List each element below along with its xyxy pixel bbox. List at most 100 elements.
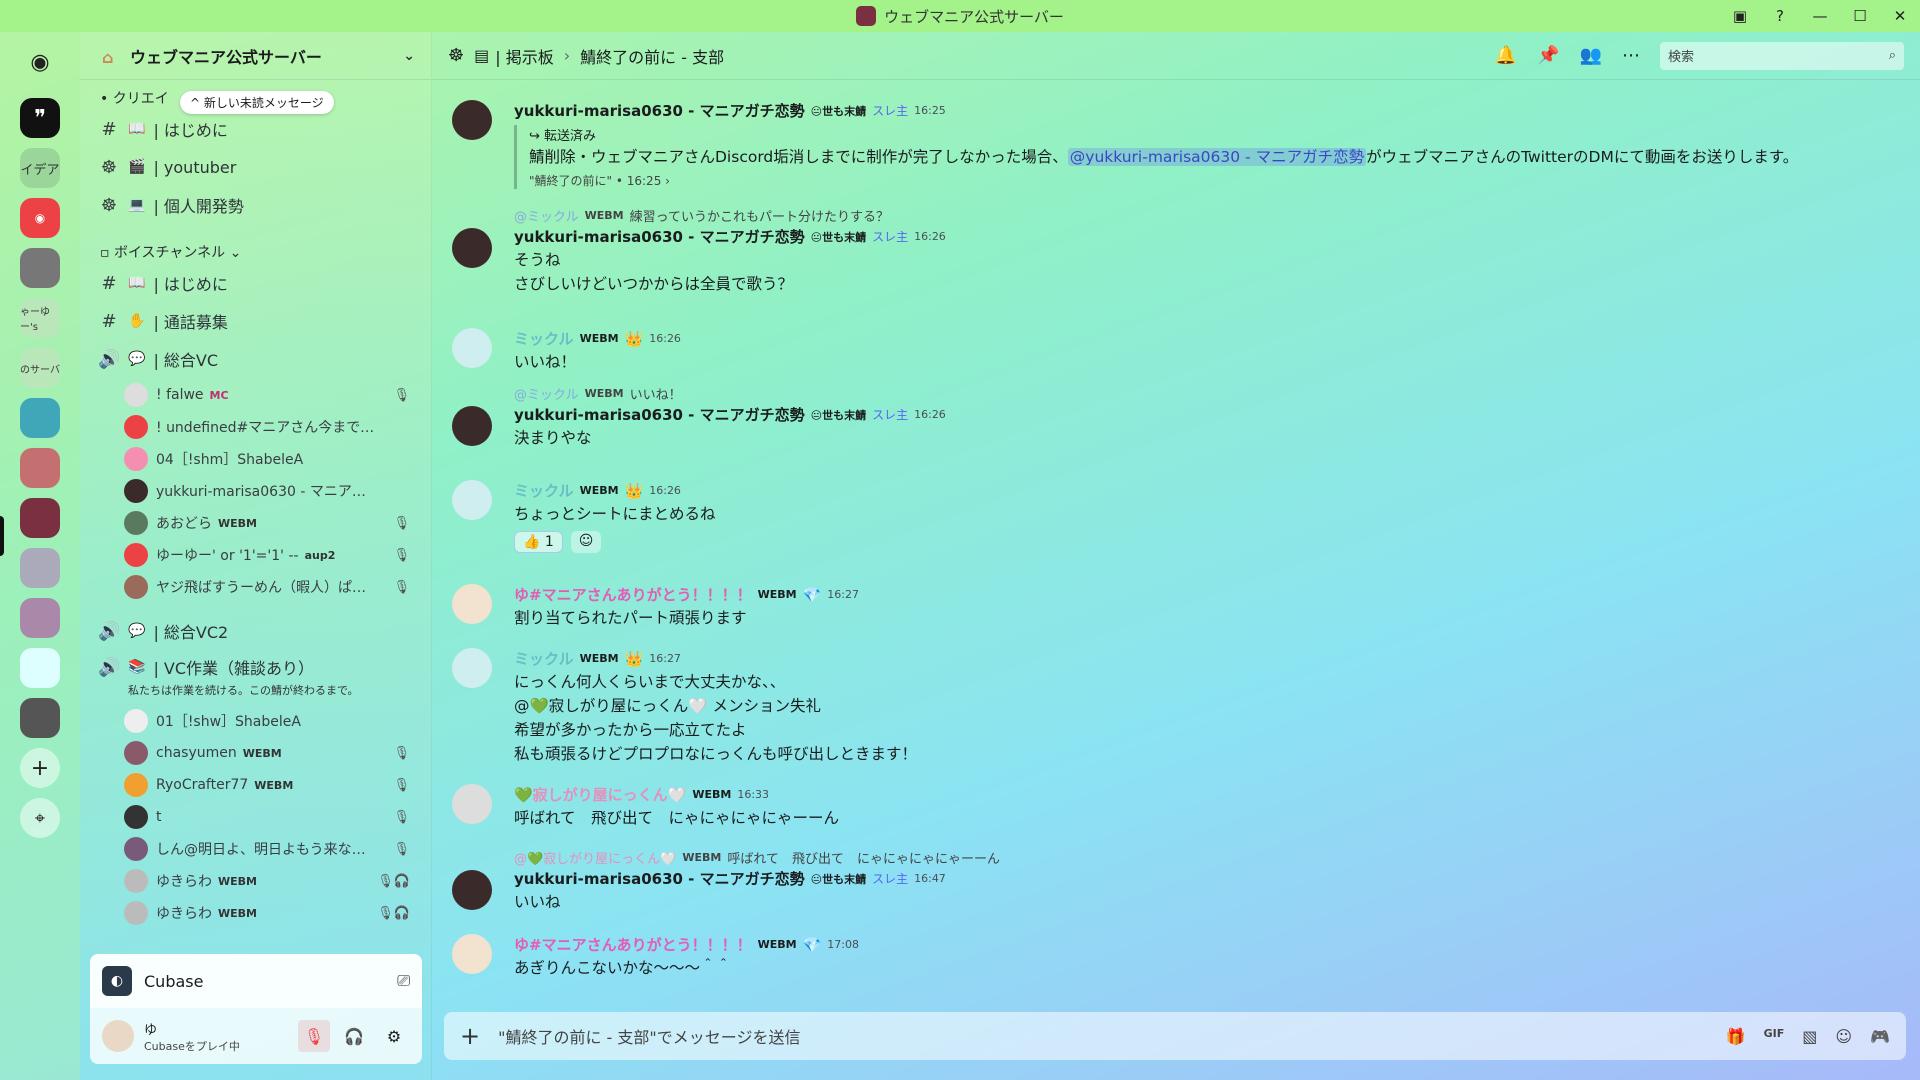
mic-muted-icon: 🎙 (393, 841, 410, 857)
screen-share-icon[interactable]: ⎚ (397, 971, 410, 991)
guild-header[interactable]: ⌂ ウェブマニア公式サーバー ⌄ (80, 32, 431, 80)
avatar (124, 709, 148, 733)
server-avatar-f[interactable] (20, 648, 60, 688)
activity-panel[interactable]: ◐ Cubase ⎚ (90, 954, 422, 1008)
avatar[interactable] (452, 784, 492, 824)
avatar[interactable] (452, 648, 492, 688)
mention[interactable]: @yukkuri-marisa0630 - マニアガチ恋勢 (1067, 148, 1367, 166)
voice-user[interactable]: RyoCrafter77 WEBM 🎙 (124, 770, 422, 800)
channel-voice-hajimeni[interactable]: # 📖 | はじめに (98, 266, 422, 300)
search-input[interactable]: 検索 ⌕ (1660, 41, 1904, 70)
avatar[interactable] (452, 328, 492, 368)
gif-icon[interactable]: GIF (1764, 1027, 1785, 1046)
voice-user[interactable]: あおどら WEBM 🎙 (124, 508, 422, 538)
inbox-icon[interactable]: ▣ (1720, 0, 1760, 32)
help-icon[interactable]: ? (1760, 0, 1800, 32)
mic-muted-icon: 🎙 (393, 777, 410, 793)
voice-user[interactable]: しん@明日よ、明日よもう来ない… 🎙 (124, 834, 422, 864)
server-idea[interactable]: イデア (20, 148, 60, 188)
reaction-thumbs-up[interactable]: 👍 1 (514, 531, 563, 553)
add-server-icon[interactable]: + (20, 748, 60, 788)
voice-user[interactable]: ゆーゆー' or '1'='1' -- aup2 🎙 (124, 540, 422, 570)
speaker-icon: 🔊 (98, 348, 121, 370)
avatar (124, 383, 148, 407)
message-composer[interactable]: + "鯖終了の前に - 支部"でメッセージを送信 🎁 GIF ▧ ☺ 🎮 (444, 1012, 1906, 1060)
unread-messages-pill[interactable]: ^ 新しい未読メッセージ (180, 91, 334, 114)
breadcrumb-channel[interactable]: | 掲示板 (495, 44, 553, 68)
forum-channel-icon: ☸ (100, 156, 118, 178)
mic-muted-icon[interactable]: 🎙 (298, 1020, 330, 1052)
server-yuyu[interactable]: ゃーゆー's (20, 298, 60, 338)
server-quote[interactable]: ❞ (20, 98, 60, 138)
gear-icon[interactable]: ⚙ (378, 1020, 410, 1052)
forward-source[interactable]: "鯖終了の前に" • 16:25 › (529, 172, 1798, 189)
voice-channel-work[interactable]: 🔊 📚 | VC作業（雑談あり） (98, 650, 422, 684)
category-voice[interactable]: ▫ ボイスチャンネル ⌄ (100, 242, 241, 262)
avatar[interactable] (452, 584, 492, 624)
gift-icon[interactable]: 🎁 (1726, 1027, 1746, 1046)
text-channel-icon: # (101, 310, 117, 332)
headphones-icon[interactable]: 🎧 (338, 1020, 370, 1052)
guild-name: ウェブマニア公式サーバー (130, 47, 322, 67)
plus-icon[interactable]: + (460, 1022, 480, 1050)
bell-icon[interactable]: 🔔 (1495, 45, 1517, 66)
server-avatar-a[interactable] (20, 248, 60, 288)
members-icon[interactable]: 👥 (1580, 45, 1602, 66)
server-discord[interactable]: ◉ (20, 198, 60, 238)
voice-user[interactable]: 01［!shw］ShabeleA (124, 706, 422, 736)
minimize-button[interactable]: — (1800, 0, 1840, 32)
avatar (124, 741, 148, 765)
server-no-server[interactable]: のサーバ (20, 348, 60, 388)
discord-home-icon[interactable]: ◉ (20, 42, 60, 82)
voice-channel-sougou2[interactable]: 🔊 💬 | 総合VC2 (98, 614, 422, 648)
voice-user[interactable]: ゆきらわ WEBM 🎙🎧 (124, 898, 422, 928)
voice-user[interactable]: ヤジ飛ばすうーめん（暇人）ぱけ… 🎙 (124, 572, 422, 602)
channel-youtuber[interactable]: ☸ 🎬 | youtuber (98, 150, 422, 184)
pin-icon[interactable]: 📌 (1537, 45, 1559, 66)
avatar (124, 773, 148, 797)
selected-server-pill (0, 516, 4, 556)
server-avatar-e[interactable] (20, 598, 60, 638)
server-rail: ◉ ❞ イデア ◉ ゃーゆー's のサーバ + ⌖ (0, 32, 80, 1080)
channel-indie-dev[interactable]: ☸ 💻 | 個人開発勢 (98, 188, 422, 222)
forum-channel-icon: ☸ (100, 194, 118, 216)
voice-user[interactable]: yukkuri-marisa0630 - マニアガチ恋勢 (124, 476, 422, 506)
avatar[interactable] (452, 934, 492, 974)
gamepad-icon[interactable]: 🎮 (1870, 1027, 1890, 1046)
add-reaction-icon[interactable]: ☺ (570, 531, 602, 553)
avatar[interactable] (452, 406, 492, 446)
voice-channel-sougou[interactable]: 🔊 💬 | 総合VC (98, 342, 422, 376)
voice-user[interactable]: ! undefined#マニアさん今までありが… (124, 412, 422, 442)
voice-user[interactable]: chasyumen WEBM 🎙 (124, 738, 422, 768)
reply-preview[interactable]: @ミックル WEBM いいね！ (514, 384, 682, 403)
voice-user[interactable]: 04［!shm］ShabeleA (124, 444, 422, 474)
server-avatar-c[interactable] (20, 448, 60, 488)
close-button[interactable]: ✕ (1880, 0, 1920, 32)
server-avatar-d[interactable] (20, 548, 60, 588)
voice-user[interactable]: t 🎙 (124, 802, 422, 832)
sticker-icon[interactable]: ▧ (1802, 1027, 1817, 1046)
reply-preview[interactable]: @💚寂しがり屋にっくん🤍 WEBM 呼ばれて 飛び出て にゃにゃにゃにゃーーん (514, 848, 1000, 867)
channel-call-recruit[interactable]: # ✋ | 通話募集 (98, 304, 422, 338)
category-creator[interactable]: • クリエイ (100, 88, 169, 108)
avatar[interactable] (452, 228, 492, 268)
maximize-button[interactable]: ☐ (1840, 0, 1880, 32)
server-avatar-b[interactable] (20, 398, 60, 438)
mic-muted-icon: 🎙🎧 (377, 873, 410, 889)
server-avatar-g[interactable] (20, 698, 60, 738)
server-avatar-icon (856, 6, 877, 26)
discover-icon[interactable]: ⌖ (20, 798, 60, 838)
avatar[interactable] (102, 1020, 134, 1052)
voice-user[interactable]: ! falwe MC 🎙 (124, 380, 422, 410)
avatar[interactable] (452, 100, 492, 140)
search-icon: ⌕ (1888, 48, 1896, 63)
avatar[interactable] (452, 870, 492, 910)
emoji-icon[interactable]: ☺ (1835, 1027, 1852, 1046)
message-input[interactable]: "鯖終了の前に - 支部"でメッセージを送信 (498, 1024, 800, 1048)
server-webmania[interactable] (20, 498, 60, 538)
reply-preview[interactable]: @ミックル WEBM 練習っていうかこれもパート分けたりする？ (514, 206, 889, 225)
avatar[interactable] (452, 480, 492, 520)
more-icon[interactable]: ⋯ (1622, 45, 1640, 66)
channel-hajimeni[interactable]: # 📖 | はじめに (98, 112, 422, 146)
voice-user[interactable]: ゆきらわ WEBM 🎙🎧 (124, 866, 422, 896)
